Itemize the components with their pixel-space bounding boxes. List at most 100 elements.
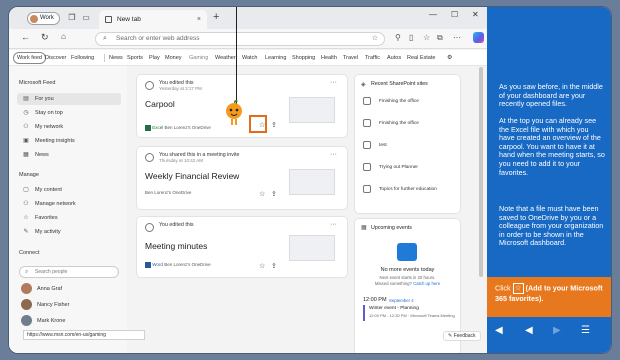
site-icon xyxy=(363,185,371,193)
scrollbar[interactable] xyxy=(479,67,483,277)
event-title[interactable]: Winter event - Planning xyxy=(369,306,419,311)
instruction-action-text: Click ☆ (Add to your Microsoft 365 favor… xyxy=(495,283,607,303)
more-options-icon[interactable]: ··· xyxy=(330,221,337,228)
sharepoint-sites-panel: ◈ Recent SharePoint sites Finishing the … xyxy=(355,75,460,213)
close-tab-icon[interactable]: × xyxy=(197,10,201,29)
sidebar-item-manage-network[interactable]: Manage network xyxy=(35,201,76,207)
person-nancy-fisher[interactable]: Nancy Fisher xyxy=(37,302,69,308)
click-suffix: (Add to your Microsoft 365 favorites). xyxy=(495,283,603,303)
copilot-icon[interactable] xyxy=(473,32,484,43)
category-discover[interactable]: Discover xyxy=(45,53,66,63)
category-work-feed[interactable]: Work feed xyxy=(13,52,46,64)
card-title[interactable]: Weekly Financial Review xyxy=(145,171,239,181)
site-icon xyxy=(363,141,371,149)
feedback-icon: ✎ xyxy=(448,333,453,339)
category-bar: Work feed Discover Following News Sports… xyxy=(9,50,487,66)
category-play[interactable]: Play xyxy=(149,53,160,63)
person-anna-graf[interactable]: Anna Graf xyxy=(37,286,62,292)
add-favorite-star-icon[interactable]: ☆ xyxy=(259,262,265,270)
sharepoint-site[interactable]: Finishing the office xyxy=(379,99,419,104)
people-search-placeholder: Search people xyxy=(35,269,68,275)
category-autos[interactable]: Autos xyxy=(387,53,401,63)
share-icon[interactable]: ⇪ xyxy=(271,190,277,198)
sidebar-item-news[interactable]: News xyxy=(35,152,49,158)
event-date: September 4 xyxy=(389,298,414,303)
category-news[interactable]: News xyxy=(109,53,123,63)
address-input[interactable]: ⌕ Search or enter web address ☆ xyxy=(95,32,385,46)
maximize-icon[interactable]: ☐ xyxy=(451,10,458,19)
sharepoint-site[interactable]: Finishing the office xyxy=(379,121,419,126)
category-health[interactable]: Health xyxy=(321,53,337,63)
sidebar-item-stay-on-top[interactable]: Stay on top xyxy=(35,110,63,116)
tab-actions-icon[interactable]: ▭ xyxy=(81,13,91,23)
activity-icon: ✎ xyxy=(23,229,29,235)
calendar-icon: ▦ xyxy=(361,225,367,231)
manage-network-icon: ⚇ xyxy=(23,201,29,207)
sidebar-item-favorites[interactable]: Favorites xyxy=(35,215,58,221)
sharepoint-site[interactable]: Topics for further education xyxy=(379,187,437,192)
category-weather[interactable]: Weather xyxy=(215,53,236,63)
person-mark-krone[interactable]: Mark Krone xyxy=(37,318,65,324)
sidebar-item-my-content[interactable]: My content xyxy=(35,187,62,193)
previous-icon[interactable]: ◀ xyxy=(525,325,533,336)
category-following[interactable]: Following xyxy=(71,53,94,63)
sharepoint-site[interactable]: Trying out Planner xyxy=(379,165,418,170)
event-sub: 12:00 PM - 12:30 PM · Microsoft Teams Me… xyxy=(369,313,455,318)
card-title[interactable]: Carpool xyxy=(145,99,175,109)
orange-mascot-icon xyxy=(226,100,242,125)
card-title[interactable]: Meeting minutes xyxy=(145,241,207,251)
next-icon[interactable]: ▶ xyxy=(553,325,561,336)
more-icon[interactable]: ⋯ xyxy=(453,33,461,42)
catch-up-link[interactable]: Catch up here xyxy=(413,281,440,286)
card-timestamp: Thursday at 10:42 AM xyxy=(159,158,204,163)
card-activity: You edited this xyxy=(159,222,194,228)
sidebar-item-meeting-insights[interactable]: Meeting insights xyxy=(35,138,75,144)
workspaces-icon[interactable]: ❐ xyxy=(67,13,77,23)
window-close-icon[interactable]: ✕ xyxy=(472,10,479,19)
home-icon[interactable]: ⌂ xyxy=(61,32,66,41)
card-owner: Ben Lorenz's OneDrive xyxy=(164,125,211,131)
file-card-weekly-financial-review[interactable]: You shared this in a meeting invite Thur… xyxy=(137,147,347,209)
minimize-icon[interactable]: — xyxy=(429,10,437,19)
card-owner: Ben Lorenz's OneDrive xyxy=(145,190,192,195)
more-options-icon[interactable]: ··· xyxy=(330,151,337,158)
category-watch[interactable]: Watch xyxy=(242,53,257,63)
category-gaming[interactable]: Gaming xyxy=(189,53,208,63)
favorite-star-icon[interactable]: ☆ xyxy=(372,33,378,45)
share-icon[interactable]: ⇪ xyxy=(271,262,277,270)
profile-button[interactable]: Work xyxy=(27,12,60,25)
clock-icon: ◷ xyxy=(23,110,29,116)
category-traffic[interactable]: Traffic xyxy=(365,53,380,63)
category-sports[interactable]: Sports xyxy=(127,53,143,63)
refresh-icon[interactable]: ↻ xyxy=(41,32,49,43)
category-learning[interactable]: Learning xyxy=(265,53,286,63)
sharepoint-site[interactable]: test xyxy=(379,143,387,148)
collections-icon[interactable]: ⧉ xyxy=(437,33,443,43)
settings-icon[interactable]: ⚙ xyxy=(447,53,452,63)
tab-new-tab[interactable]: New tab × xyxy=(99,10,207,29)
search-icon: ⌕ xyxy=(103,35,107,42)
share-icon[interactable]: ⇪ xyxy=(271,121,277,129)
more-options-icon[interactable]: ··· xyxy=(330,79,337,86)
feedback-button[interactable]: ✎ Feedback xyxy=(443,331,481,341)
category-travel[interactable]: Travel xyxy=(343,53,358,63)
add-favorite-star-icon[interactable]: ☆ xyxy=(259,190,265,198)
file-card-meeting-minutes[interactable]: You edited this ··· Meeting minutes Word… xyxy=(137,217,347,277)
extensions-icon[interactable]: ⚲ xyxy=(395,33,401,42)
tab-title: New tab xyxy=(117,16,141,23)
sidebar-item-my-network[interactable]: My network xyxy=(35,124,63,130)
sidebar-item-for-you[interactable]: For you xyxy=(35,96,54,102)
volume-icon[interactable]: ◀︎ xyxy=(495,325,503,336)
address-bar-row: ← ↻ ⌂ ⌕ Search or enter web address ☆ ⚲ … xyxy=(9,29,487,49)
sidebar-item-my-activity[interactable]: My activity xyxy=(35,229,61,235)
split-screen-icon[interactable]: ▯ xyxy=(409,33,413,42)
new-tab-button[interactable]: + xyxy=(213,11,219,23)
people-search-input[interactable]: ⌕ Search people xyxy=(19,266,119,278)
category-real-estate[interactable]: Real Estate xyxy=(407,53,435,63)
favorites-icon[interactable]: ☆ xyxy=(423,33,430,42)
back-icon[interactable]: ← xyxy=(21,32,30,42)
category-shopping[interactable]: Shopping xyxy=(292,53,315,63)
category-money[interactable]: Money xyxy=(165,53,182,63)
pointer-line xyxy=(236,7,237,107)
menu-icon[interactable]: ☰ xyxy=(581,325,590,336)
